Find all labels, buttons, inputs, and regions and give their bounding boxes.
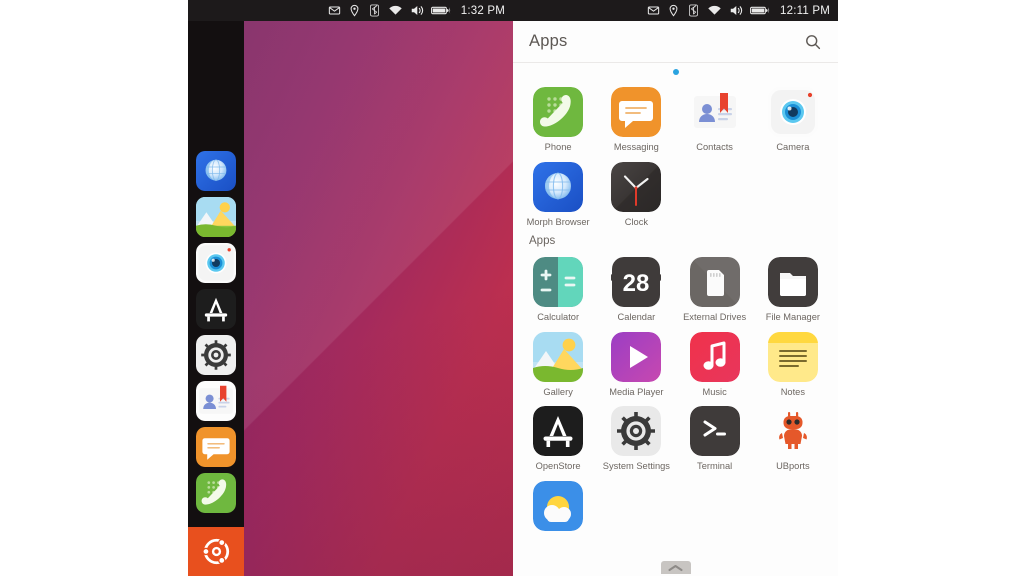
bluetooth-icon [368, 4, 381, 17]
app-label: Calculator [537, 312, 580, 322]
camera-icon [767, 87, 818, 137]
app-label: File Manager [765, 312, 820, 322]
app-cell-external-drives[interactable]: External Drives [676, 250, 754, 325]
app-label: System Settings [602, 461, 670, 471]
volume-icon [729, 4, 743, 17]
status-bar-left: 1:32 PM [188, 0, 513, 21]
mail-icon [647, 4, 660, 17]
dock-item-phone[interactable] [196, 473, 236, 513]
app-cell-calendar[interactable]: 28 Calendar [597, 250, 675, 325]
desktop-wallpaper [244, 21, 513, 576]
wifi-icon [388, 4, 403, 17]
dock-item-camera[interactable] [196, 243, 236, 283]
launcher-dock [188, 21, 244, 576]
app-label: Contacts [696, 142, 733, 152]
media-player-icon [611, 331, 662, 382]
page-dot-active[interactable] [672, 68, 679, 75]
phone-icon [533, 87, 584, 137]
app-cell-messaging[interactable]: Messaging [597, 80, 675, 155]
wifi-icon [707, 4, 722, 17]
screenshot-root: 1:32 PM 12:11 PM Apps Phone Messaging Co… [0, 0, 1024, 576]
status-bar-right: 12:11 PM [513, 0, 838, 21]
svg-text:28: 28 [623, 270, 650, 297]
app-cell-ubports[interactable]: UBports [754, 399, 832, 474]
app-label: Music [702, 386, 727, 397]
recent-apps-grid: Phone Messaging Contacts Camera Morph Br… [513, 80, 838, 229]
system-settings-icon [611, 406, 662, 456]
app-cell-morph-browser[interactable]: Morph Browser [519, 155, 597, 230]
dock-item-openstore[interactable] [196, 289, 236, 329]
app-label: Camera [776, 142, 810, 152]
ubuntu-logo-icon [201, 538, 229, 565]
app-label: UBports [776, 461, 810, 471]
ubports-icon [767, 406, 818, 456]
location-icon [348, 4, 361, 17]
mail-icon [328, 4, 341, 17]
app-cell-media-player[interactable]: Media Player [597, 325, 675, 400]
file-manager-icon [767, 257, 818, 307]
terminal-icon [689, 406, 740, 456]
app-cell-clock[interactable]: Clock [597, 155, 675, 230]
page-title: Apps [529, 32, 568, 50]
location-icon [667, 4, 680, 17]
app-label: Gallery [543, 386, 573, 397]
weather-icon [533, 480, 584, 531]
morph-browser-icon [533, 161, 584, 212]
calculator-icon [533, 257, 584, 307]
bluetooth-icon [687, 4, 700, 17]
app-cell-empty [676, 155, 754, 230]
drawer-header: Apps [513, 21, 838, 63]
openstore-icon [533, 406, 584, 456]
app-cell-system-settings[interactable]: System Settings [597, 399, 675, 474]
dock-item-messaging[interactable] [196, 427, 236, 467]
app-cell-empty [754, 155, 832, 230]
app-label: Calendar [617, 312, 656, 322]
chevron-up-icon[interactable] [660, 561, 691, 574]
app-cell-contacts[interactable]: Contacts [676, 80, 754, 155]
notes-icon [767, 331, 818, 382]
app-label: Media Player [609, 386, 664, 397]
app-cell-gallery[interactable]: Gallery [519, 325, 597, 400]
app-cell-notes[interactable]: Notes [754, 325, 832, 400]
app-label: Messaging [613, 142, 659, 152]
dock-item-morph-browser[interactable] [196, 151, 236, 191]
page-indicator[interactable] [513, 63, 838, 80]
app-cell-camera[interactable]: Camera [754, 80, 832, 155]
app-cell-phone[interactable]: Phone [519, 80, 597, 155]
app-drawer-panel: Apps Phone Messaging Contacts Camera Mor… [513, 21, 838, 576]
app-cell-weather-partial[interactable] [519, 474, 597, 532]
gallery-icon [533, 331, 584, 382]
app-label: Phone [544, 142, 572, 152]
app-label: External Drives [683, 312, 747, 322]
app-label: OpenStore [535, 461, 581, 471]
app-label: Morph Browser [526, 216, 590, 227]
section-title-apps: Apps [529, 235, 556, 247]
dock-item-system-settings[interactable] [196, 335, 236, 375]
clock-left: 1:32 PM [460, 4, 505, 17]
app-cell-terminal[interactable]: Terminal [676, 399, 754, 474]
device-viewport: 1:32 PM 12:11 PM Apps Phone Messaging Co… [188, 0, 838, 576]
app-cell-music[interactable]: Music [676, 325, 754, 400]
dock-item-contacts[interactable] [196, 381, 236, 421]
all-apps-grid: Calculator 28 Calendar External Drives F… [513, 250, 838, 532]
music-icon [689, 331, 740, 382]
app-label: Notes [780, 386, 806, 397]
volume-icon [410, 4, 424, 17]
contacts-icon [689, 87, 740, 137]
dock-item-gallery[interactable] [196, 197, 236, 237]
external-drives-icon [689, 257, 740, 307]
battery-icon [750, 4, 770, 17]
clock-right: 12:11 PM [780, 4, 830, 17]
app-cell-calculator[interactable]: Calculator [519, 250, 597, 325]
launcher-home-button[interactable] [188, 527, 244, 576]
app-cell-openstore[interactable]: OpenStore [519, 399, 597, 474]
calendar-icon: 28 [611, 257, 662, 307]
clock-icon [611, 161, 662, 212]
app-label: Clock [624, 216, 648, 227]
battery-icon [430, 4, 451, 17]
messaging-icon [611, 87, 662, 137]
search-icon[interactable] [804, 33, 822, 51]
app-label: Terminal [697, 461, 733, 471]
app-cell-file-manager[interactable]: File Manager [754, 250, 832, 325]
